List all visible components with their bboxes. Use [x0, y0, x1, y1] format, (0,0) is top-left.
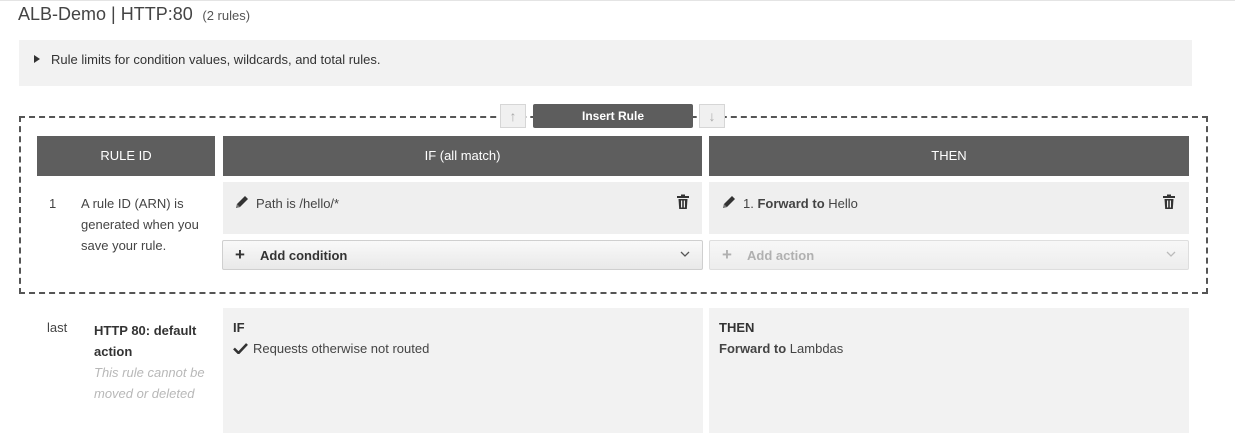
rule-limits-text[interactable]: Rule limits for condition values, wildca…	[51, 52, 380, 67]
action-number: 1.	[743, 196, 754, 211]
default-if-text: Requests otherwise not routed	[253, 341, 430, 356]
condition-text[interactable]: Path is /hello/*	[256, 196, 339, 211]
default-rule-note: This rule cannot be moved or deleted	[94, 365, 205, 401]
trash-icon[interactable]	[675, 194, 691, 210]
action-type: Forward to	[757, 196, 825, 211]
chevron-down-icon	[680, 251, 690, 257]
default-if-panel: IF Requests otherwise not routed	[223, 308, 703, 433]
default-then-panel: THEN Forward to Lambdas	[709, 308, 1189, 433]
default-rule-position: last	[47, 320, 68, 335]
add-action-button[interactable]: + Add action	[709, 240, 1189, 270]
top-divider	[0, 0, 1235, 1]
expand-triangle-icon[interactable]	[34, 55, 40, 63]
add-condition-button[interactable]: + Add condition	[222, 240, 703, 270]
pencil-icon[interactable]	[234, 194, 250, 210]
default-if-heading: IF	[233, 320, 245, 335]
rule-limits-expander[interactable]: Rule limits for condition values, wildca…	[19, 40, 1192, 86]
trash-icon[interactable]	[1161, 194, 1177, 210]
default-if-condition: Requests otherwise not routed	[233, 341, 429, 356]
default-then-heading: THEN	[719, 320, 755, 335]
page-header: ALB-Demo | HTTP:80 (2 rules)	[18, 4, 250, 25]
action-row[interactable]: 1. Forward to Hello	[709, 182, 1189, 234]
move-up-button[interactable]: ↑	[500, 104, 526, 128]
condition-row[interactable]: Path is /hello/*	[223, 182, 702, 234]
plus-icon: +	[235, 245, 245, 264]
rule-number: 1	[49, 196, 57, 211]
add-condition-label: Add condition	[260, 248, 348, 263]
checkmark-icon	[233, 343, 248, 354]
add-action-label: Add action	[747, 248, 815, 263]
pencil-icon[interactable]	[721, 194, 737, 210]
default-rule-title: HTTP 80: default action	[94, 323, 197, 359]
action-text[interactable]: 1. Forward to Hello	[743, 196, 858, 211]
column-header-rule-id: RULE ID	[37, 136, 215, 176]
rule-arn-note: A rule ID (ARN) is generated when you sa…	[81, 196, 199, 253]
default-then-type: Forward to	[719, 341, 787, 356]
action-target: Hello	[828, 196, 858, 211]
default-then-target: Lambdas	[789, 341, 844, 356]
rule-count: (2 rules)	[202, 8, 251, 23]
insert-rule-button[interactable]: Insert Rule	[533, 104, 693, 128]
column-header-then: THEN	[709, 136, 1189, 176]
move-down-button[interactable]: ↓	[699, 104, 725, 128]
default-then-action: Forward to Lambdas	[719, 341, 843, 356]
column-header-if: IF (all match)	[223, 136, 702, 176]
chevron-down-icon	[1166, 251, 1176, 257]
plus-icon: +	[722, 245, 732, 264]
listener-title: ALB-Demo | HTTP:80	[18, 4, 193, 24]
